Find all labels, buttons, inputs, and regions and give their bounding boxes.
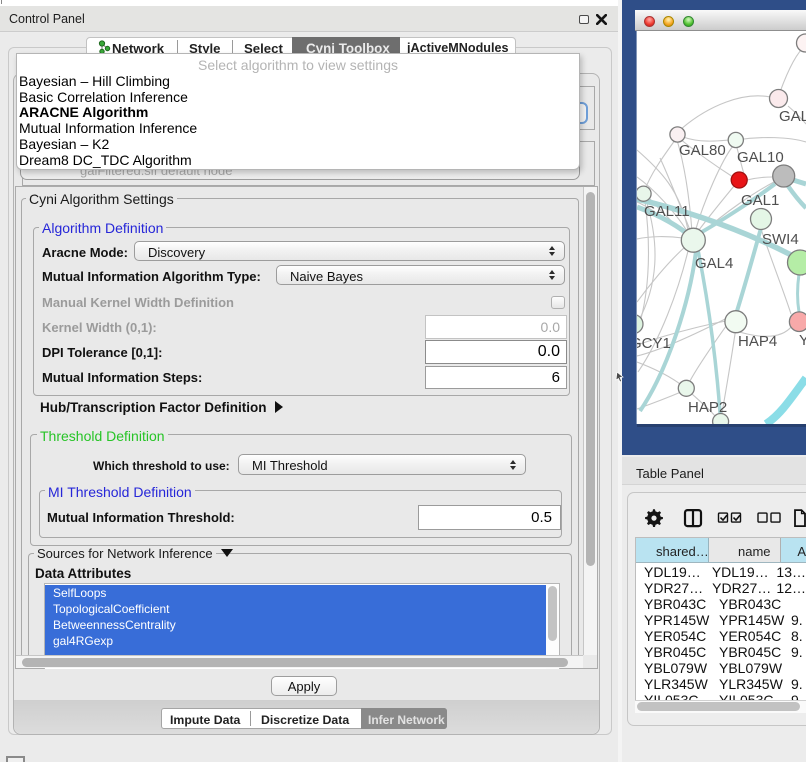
svg-text:GAL80: GAL80 [679,142,726,159]
svg-text:HAP4: HAP4 [738,333,777,350]
svg-text:GAL1: GAL1 [741,192,779,209]
svg-text:SWI4: SWI4 [762,231,799,248]
svg-text:GAL10: GAL10 [737,149,784,166]
svg-text:GCY1: GCY1 [637,335,671,352]
svg-text:GAL4: GAL4 [695,255,733,272]
svg-text:Y: Y [799,332,806,349]
svg-text:GAL11: GAL11 [644,203,690,220]
svg-text:HAP2: HAP2 [688,399,727,416]
svg-text:GAL: GAL [779,108,806,125]
